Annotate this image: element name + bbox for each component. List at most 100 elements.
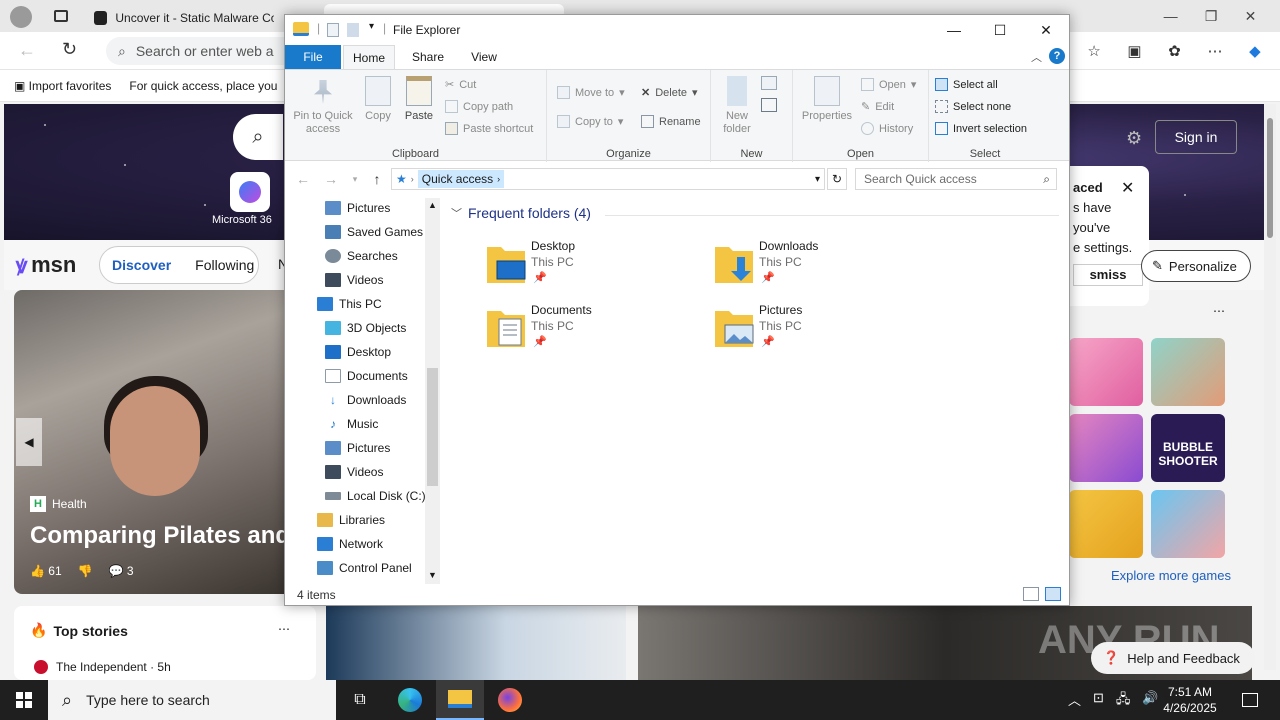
- edit-button[interactable]: ✎ Edit: [861, 100, 894, 114]
- scroll-up-icon[interactable]: ▲: [428, 200, 437, 210]
- close-icon[interactable]: ✕: [1245, 8, 1257, 25]
- nav-item-control-panel[interactable]: Control Panel: [317, 557, 412, 579]
- more-icon[interactable]: ⋯: [1207, 42, 1222, 60]
- frequent-folders-header[interactable]: ﹀ Frequent folders (4): [451, 205, 591, 221]
- dismiss-button[interactable]: smiss: [1073, 264, 1143, 286]
- history-button[interactable]: History: [861, 122, 913, 135]
- notifications-button[interactable]: [1226, 680, 1274, 720]
- scroll-down-icon[interactable]: ▼: [428, 570, 437, 580]
- clock[interactable]: 7:51 AM 4/26/2025: [1160, 684, 1220, 716]
- back-icon[interactable]: ←: [18, 40, 36, 61]
- more-options-icon[interactable]: ⋯: [278, 622, 290, 636]
- import-favorites-link[interactable]: ▣ Import favorites: [14, 79, 111, 93]
- like-icon[interactable]: 👍 61: [30, 564, 62, 578]
- properties-button[interactable]: Properties: [799, 76, 855, 123]
- copilot-app-tile[interactable]: [230, 172, 270, 212]
- game-tile[interactable]: [1069, 490, 1143, 558]
- game-tile[interactable]: [1151, 338, 1225, 406]
- nav-item-downloads[interactable]: ↓ Downloads: [325, 389, 406, 411]
- nav-item-videos[interactable]: Videos: [325, 269, 383, 291]
- msn-logo[interactable]: ꝟ msn: [16, 250, 76, 280]
- help-feedback-button[interactable]: ❓ Help and Feedback: [1091, 642, 1255, 674]
- page-scrollbar[interactable]: [1264, 104, 1276, 670]
- game-tile[interactable]: [1069, 414, 1143, 482]
- network-icon[interactable]: 🖧: [1116, 690, 1131, 712]
- nav-item-pictures-pc[interactable]: Pictures: [325, 437, 390, 459]
- up-button[interactable]: ↑: [367, 169, 387, 189]
- qat-new-folder-icon[interactable]: [347, 23, 359, 37]
- nav-item-music[interactable]: ♪ Music: [325, 413, 378, 435]
- address-dropdown-icon[interactable]: ▾: [815, 174, 820, 185]
- dislike-icon[interactable]: 👎: [78, 564, 93, 578]
- recent-locations-button[interactable]: ▾: [345, 169, 365, 189]
- game-tile[interactable]: [1151, 490, 1225, 558]
- easy-access-icon[interactable]: [761, 98, 777, 112]
- tab-following[interactable]: Following: [195, 257, 254, 273]
- extensions-icon[interactable]: ✿: [1168, 42, 1181, 60]
- scrollbar-thumb[interactable]: [1267, 118, 1273, 238]
- nav-item-documents[interactable]: Documents: [325, 365, 408, 387]
- hero-title[interactable]: Comparing Pilates and: [30, 522, 284, 550]
- select-all-button[interactable]: Select all: [935, 78, 998, 91]
- folder-downloads[interactable]: Downloads This PC 📌: [713, 239, 913, 299]
- tab-actions-icon[interactable]: [54, 10, 68, 22]
- folder-documents[interactable]: Documents This PC 📌: [485, 303, 685, 363]
- tab-home[interactable]: Home: [343, 45, 395, 69]
- minimize-icon[interactable]: —: [1164, 8, 1178, 25]
- details-view-icon[interactable]: [1023, 587, 1039, 601]
- comment-icon[interactable]: 💬 3: [109, 564, 134, 578]
- pin-quick-access-button[interactable]: Pin to Quick access: [289, 76, 357, 136]
- bubble-shooter-tile[interactable]: BUBBLE SHOOTER: [1151, 414, 1225, 482]
- hero-article-card[interactable]: ◀ H Health Comparing Pilates and 👍 61 👎 …: [14, 290, 284, 594]
- nav-item-pictures[interactable]: Pictures: [325, 197, 390, 219]
- personalize-button[interactable]: ✎ Personalize: [1141, 250, 1251, 282]
- restore-icon[interactable]: ❐: [1205, 8, 1218, 25]
- tab-share[interactable]: Share: [403, 45, 453, 69]
- qat-dropdown-icon[interactable]: ▾: [369, 21, 374, 32]
- explore-games-link[interactable]: Explore more games: [1111, 568, 1231, 583]
- copy-to-button[interactable]: Copy to ▾: [557, 115, 623, 128]
- invert-selection-button[interactable]: Invert selection: [935, 122, 1027, 135]
- nav-item-local-disk[interactable]: Local Disk (C:): [325, 485, 426, 507]
- nav-item-saved-games[interactable]: Saved Games: [325, 221, 423, 243]
- task-view-button[interactable]: ⧉: [336, 680, 384, 720]
- file-explorer-taskbar-button[interactable]: [436, 680, 484, 720]
- paste-shortcut-button[interactable]: Paste shortcut: [445, 122, 533, 135]
- folder-desktop[interactable]: Desktop This PC 📌: [485, 239, 685, 299]
- nav-item-this-pc[interactable]: This PC: [317, 293, 382, 315]
- copilot-icon[interactable]: ◆: [1249, 42, 1261, 60]
- select-none-button[interactable]: Select none: [935, 100, 1011, 113]
- back-button[interactable]: ←: [293, 169, 313, 189]
- refresh-button[interactable]: ↻: [827, 168, 847, 190]
- nav-item-network[interactable]: Network: [317, 533, 383, 555]
- search-quick-access-input[interactable]: Search Quick access ⌕: [855, 168, 1057, 190]
- open-button[interactable]: Open ▾: [861, 78, 916, 91]
- rename-button[interactable]: Rename: [641, 115, 701, 128]
- collapse-ribbon-icon[interactable]: ︿: [1031, 49, 1042, 65]
- tab-file[interactable]: File: [285, 45, 341, 69]
- msn-search-button[interactable]: ⌕: [233, 114, 283, 160]
- nav-pane-scrollbar[interactable]: ▲ ▼: [425, 198, 440, 584]
- nav-item-searches[interactable]: Searches: [325, 245, 398, 267]
- minimize-button[interactable]: —: [931, 15, 977, 45]
- close-popup-icon[interactable]: ✕: [1121, 178, 1134, 198]
- breadcrumb-quick-access[interactable]: Quick access ›: [417, 170, 505, 188]
- large-icons-view-icon[interactable]: [1045, 587, 1061, 601]
- tab-view[interactable]: View: [459, 45, 509, 69]
- forward-button[interactable]: →: [321, 169, 341, 189]
- volume-icon[interactable]: 🔊: [1142, 690, 1158, 712]
- game-tile[interactable]: [1069, 338, 1143, 406]
- start-button[interactable]: [0, 680, 48, 720]
- firefox-taskbar-button[interactable]: [486, 680, 534, 720]
- cut-button[interactable]: ✂ Cut: [445, 78, 476, 92]
- tray-chevron-icon[interactable]: ︿: [1068, 690, 1081, 712]
- tray-app-icon[interactable]: ⊡: [1093, 690, 1104, 712]
- paste-button[interactable]: Paste: [401, 76, 437, 123]
- tab-discover[interactable]: Discover: [112, 257, 171, 273]
- help-icon[interactable]: ?: [1049, 48, 1065, 64]
- copy-path-button[interactable]: Copy path: [445, 100, 513, 113]
- more-games-options-icon[interactable]: ⋯: [1213, 304, 1225, 318]
- carousel-prev-button[interactable]: ◀: [16, 418, 42, 466]
- new-folder-button[interactable]: New folder: [715, 76, 759, 136]
- address-bar[interactable]: ★ › Quick access › ▾: [391, 168, 825, 190]
